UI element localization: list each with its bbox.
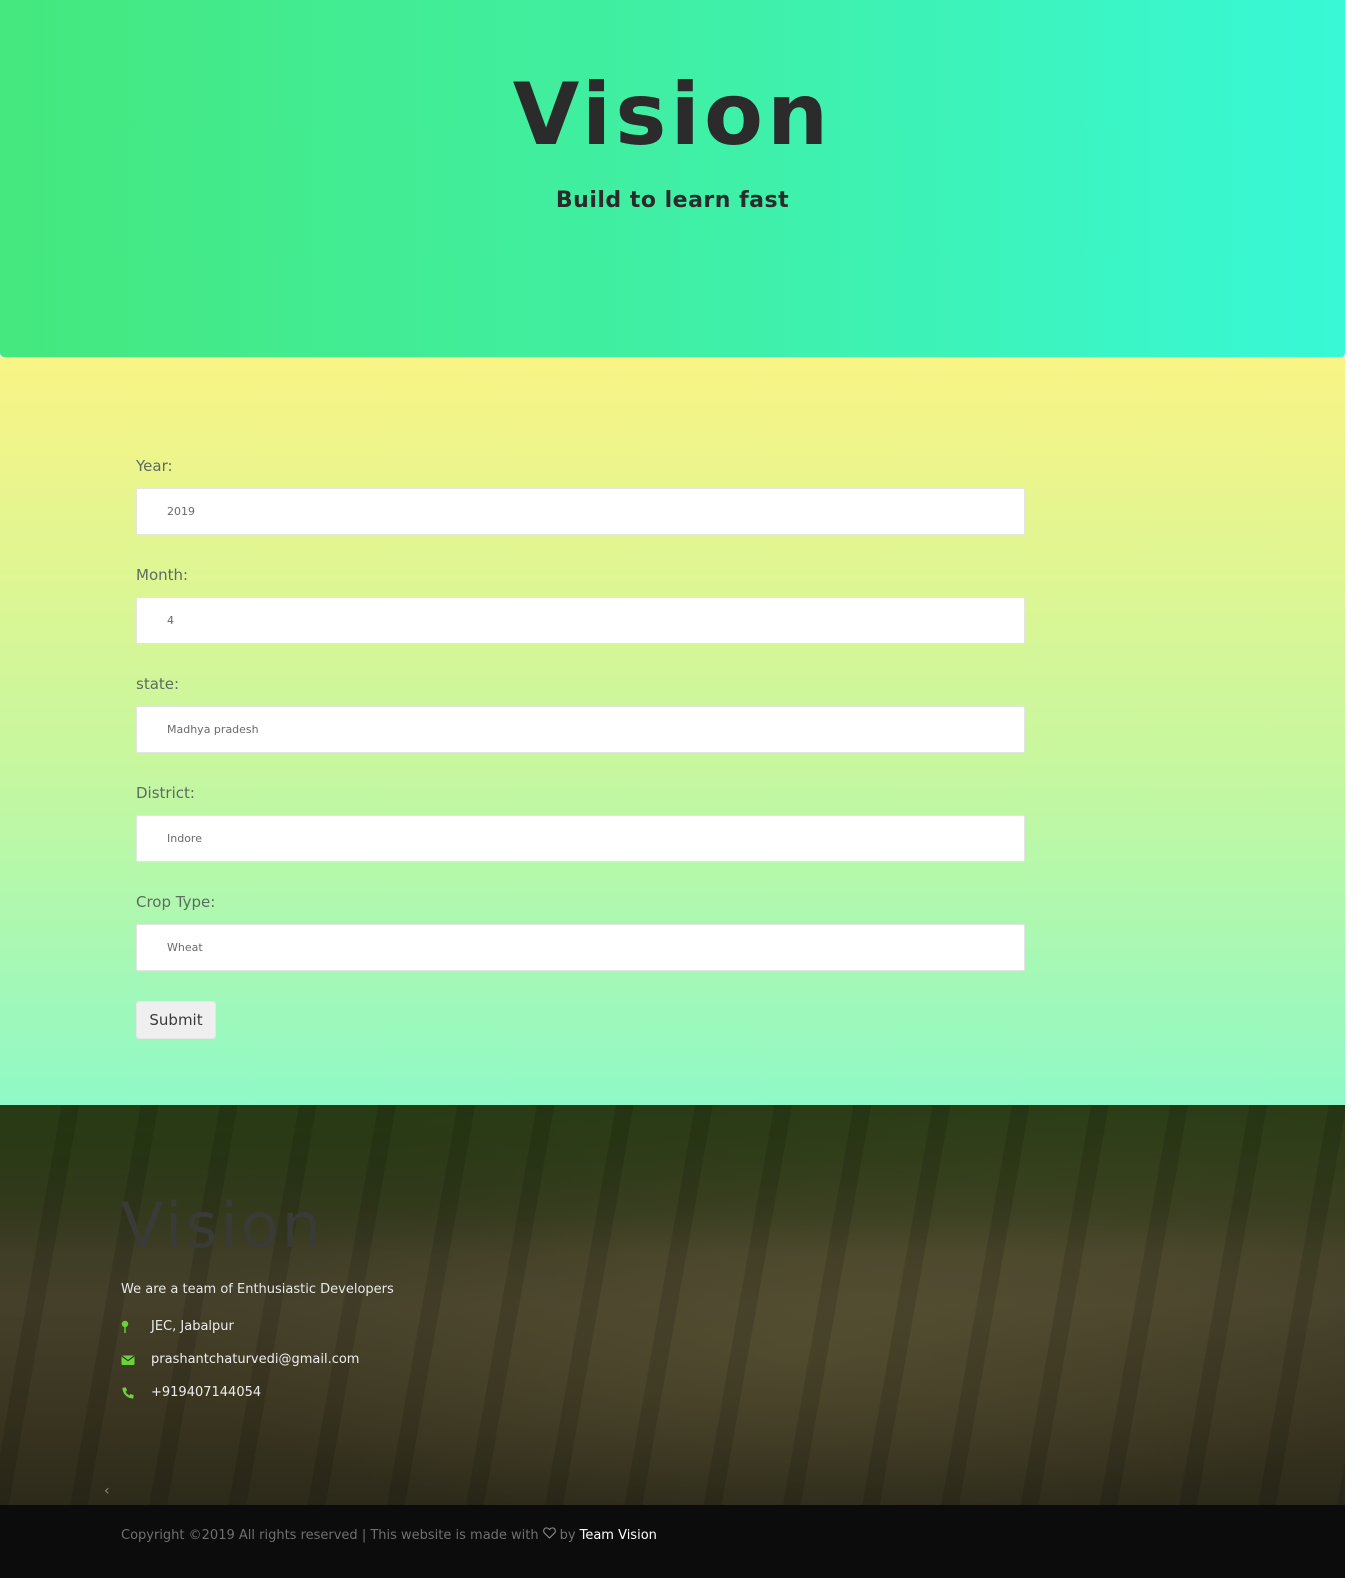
contact-address: JEC, Jabalpur (121, 1316, 234, 1336)
year-label: Year: (136, 457, 173, 475)
map-pin-icon (121, 1319, 135, 1333)
footer-title: Vision (121, 1189, 325, 1262)
contact-phone: +919407144054 (121, 1382, 261, 1402)
hero-banner: Vision Build to learn fast (0, 0, 1345, 357)
hero-title: Vision (512, 65, 833, 165)
footer-info-section: Vision We are a team of Enthusiastic Dev… (0, 1105, 1345, 1505)
prediction-form: Year: Month: state: District: Crop Type:… (136, 457, 1025, 1039)
copyright-text: Copyright ©2019 All rights reserved | Th… (121, 1527, 657, 1543)
contact-address-text: JEC, Jabalpur (151, 1318, 234, 1334)
contact-email: prashantchaturvedi@gmail.com (121, 1349, 359, 1369)
district-label: District: (136, 784, 195, 802)
copyright-by: by (559, 1527, 576, 1543)
state-input[interactable] (136, 706, 1025, 753)
month-label: Month: (136, 566, 189, 584)
state-field-group: state: (136, 675, 1025, 753)
submit-button[interactable]: Submit (136, 1001, 216, 1039)
team-vision-link[interactable]: Team Vision (580, 1528, 657, 1543)
year-field-group: Year: (136, 457, 1025, 535)
contact-phone-text[interactable]: +919407144054 (151, 1385, 261, 1400)
background-field-rows (0, 1105, 1345, 1505)
district-input[interactable] (136, 815, 1025, 862)
envelope-icon (121, 1352, 135, 1366)
district-field-group: District: (136, 784, 1025, 862)
contact-email-text[interactable]: prashantchaturvedi@gmail.com (151, 1352, 359, 1367)
hero-subtitle: Build to learn fast (555, 188, 790, 213)
carousel-prev-arrow[interactable]: ‹ (104, 1483, 110, 1499)
month-input[interactable] (136, 597, 1025, 644)
crop-type-input[interactable] (136, 924, 1025, 971)
footer-tagline: We are a team of Enthusiastic Developers (121, 1282, 394, 1297)
crop-type-label: Crop Type: (136, 893, 216, 911)
prediction-form-section: Year: Month: state: District: Crop Type:… (0, 357, 1345, 1105)
state-label: state: (136, 675, 180, 693)
heart-icon (542, 1527, 556, 1543)
copyright-prefix: Copyright ©2019 All rights reserved | Th… (121, 1527, 539, 1543)
month-field-group: Month: (136, 566, 1025, 644)
year-input[interactable] (136, 488, 1025, 535)
bottom-bar: Copyright ©2019 All rights reserved | Th… (0, 1505, 1345, 1578)
phone-icon (121, 1385, 135, 1399)
crop-type-field-group: Crop Type: (136, 893, 1025, 971)
